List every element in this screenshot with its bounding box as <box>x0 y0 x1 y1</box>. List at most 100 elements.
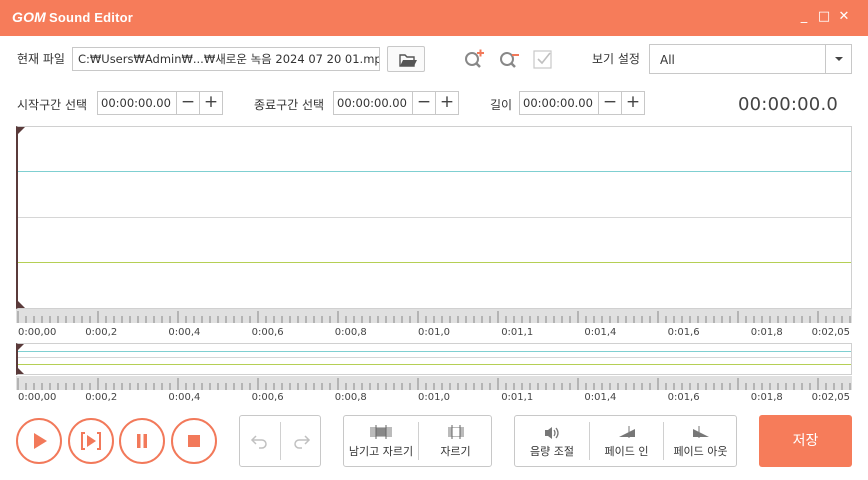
volume-label: 음량 조절 <box>530 445 574 458</box>
start-time-value[interactable]: 00:00:00.00 <box>98 92 176 114</box>
apply-button[interactable] <box>532 48 554 70</box>
timeline-ruler[interactable] <box>16 309 852 323</box>
overview-left-line <box>18 351 851 352</box>
timeline-label: 0:02,05 <box>811 392 850 403</box>
timeline-label: 0:01,4 <box>584 327 617 338</box>
right-channel-line <box>18 262 851 263</box>
view-select[interactable]: All <box>649 44 852 74</box>
zoom-out-button[interactable] <box>498 48 520 70</box>
open-folder-button[interactable] <box>387 46 425 72</box>
overview-right-line <box>18 364 851 365</box>
length-field[interactable]: 00:00:00.00 − + <box>519 91 645 115</box>
dropdown-arrow[interactable] <box>825 45 851 73</box>
checkmark-icon <box>533 50 552 69</box>
current-file-label: 현재 파일 <box>17 52 65 66</box>
play-button[interactable] <box>16 418 62 464</box>
timeline-label: 0:01,0 <box>418 327 450 338</box>
timeline-label: 0:01,1 <box>501 327 534 338</box>
length-value[interactable]: 00:00:00.00 <box>520 92 598 114</box>
timeline-label: 0:02,05 <box>811 327 850 338</box>
cut-label: 자르기 <box>440 445 471 458</box>
cut-button[interactable]: 자르기 <box>419 416 492 466</box>
range-row: 시작구간 선택 00:00:00.00 − + 종료구간 선택 00:00:00… <box>0 88 868 118</box>
timeline-label: 0:01,4 <box>584 392 617 403</box>
cut-group: 남기고 자르기 자르기 <box>343 415 492 467</box>
overview-start-marker <box>18 344 24 350</box>
zoom-in-icon <box>465 49 484 68</box>
file-path-field[interactable]: C:₩Users₩Admin₩...₩새로운 녹음 2024 07 20 01.… <box>72 47 380 71</box>
start-minus-button[interactable]: − <box>176 92 199 114</box>
timeline-label: 0:00,00 <box>18 327 57 338</box>
title-bar: GOM Sound Editor _ □ ✕ <box>0 0 868 36</box>
timeline-label: 0:00,6 <box>251 327 284 338</box>
chevron-down-icon <box>835 57 843 61</box>
stop-button[interactable] <box>171 418 217 464</box>
speaker-icon <box>545 427 559 439</box>
start-range-label: 시작구간 선택 <box>17 98 88 112</box>
overview-waveform[interactable] <box>16 343 852 375</box>
cut-icon <box>447 425 464 439</box>
undo-button[interactable] <box>240 416 280 466</box>
undo-icon <box>250 435 267 449</box>
timeline-label: 0:00,2 <box>85 392 118 403</box>
fade-out-icon <box>692 426 709 438</box>
fade-out-button[interactable]: 페이드 아웃 <box>664 416 737 466</box>
zoom-in-button[interactable] <box>463 48 485 70</box>
keep-cut-label: 남기고 자르기 <box>348 445 414 458</box>
timeline-label: 0:00,6 <box>251 392 284 403</box>
effects-group: 음량 조절 페이드 인 페이드 아웃 <box>514 415 737 467</box>
play-selection-icon <box>81 432 101 450</box>
fade-in-icon <box>618 426 635 438</box>
fade-in-button[interactable]: 페이드 인 <box>590 416 663 466</box>
keep-cut-button[interactable]: 남기고 자르기 <box>344 416 418 466</box>
left-channel-line <box>18 171 851 172</box>
view-select-value: All <box>660 53 675 67</box>
minimize-button[interactable]: _ <box>796 9 812 25</box>
play-selection-button[interactable] <box>68 418 114 464</box>
start-plus-button[interactable]: + <box>199 92 222 114</box>
file-row: 현재 파일 C:₩Users₩Admin₩...₩새로운 녹음 2024 07 … <box>0 42 868 76</box>
timeline-label: 0:00,8 <box>334 392 367 403</box>
folder-icon <box>399 54 417 67</box>
selection-end-marker[interactable] <box>18 301 25 308</box>
stop-icon <box>188 435 200 447</box>
length-minus-button[interactable]: − <box>598 92 621 114</box>
fade-in-label: 페이드 인 <box>604 445 649 458</box>
close-button[interactable]: ✕ <box>836 9 852 25</box>
end-minus-button[interactable]: − <box>412 92 435 114</box>
timeline-label: 0:01,8 <box>750 392 783 403</box>
fade-out-label: 페이드 아웃 <box>673 445 728 458</box>
play-icon <box>34 433 47 449</box>
timeline-label: 0:00,4 <box>168 392 201 403</box>
volume-button[interactable]: 음량 조절 <box>515 416 589 466</box>
pause-button[interactable] <box>119 418 165 464</box>
save-button[interactable]: 저장 <box>759 415 852 467</box>
app-title: Sound Editor <box>49 10 134 25</box>
zoom-out-icon <box>500 52 519 68</box>
redo-icon <box>294 435 311 449</box>
redo-button[interactable] <box>281 416 321 466</box>
ruler-ticks <box>17 311 851 323</box>
timeline-label: 0:01,6 <box>667 327 700 338</box>
length-plus-button[interactable]: + <box>621 92 644 114</box>
end-time-value[interactable]: 00:00:00.00 <box>334 92 412 114</box>
waveform-view[interactable] <box>16 126 852 309</box>
current-time-display: 00:00:00.0 <box>738 94 839 115</box>
timeline-label: 0:01,8 <box>750 327 783 338</box>
overview-end-marker <box>18 368 24 374</box>
timeline-label: 0:00,00 <box>18 392 57 403</box>
end-time-field[interactable]: 00:00:00.00 − + <box>333 91 459 115</box>
end-plus-button[interactable]: + <box>435 92 458 114</box>
channel-divider <box>18 217 851 218</box>
timeline-label: 0:00,8 <box>334 327 367 338</box>
app-logo: GOM Sound Editor <box>12 9 133 25</box>
overview-ruler-ticks <box>17 378 851 390</box>
history-group <box>239 415 321 467</box>
start-time-field[interactable]: 00:00:00.00 − + <box>97 91 223 115</box>
timeline-label: 0:00,4 <box>168 327 201 338</box>
timeline-label: 0:00,2 <box>85 327 118 338</box>
overview-ruler[interactable] <box>16 376 852 390</box>
brand-text: GOM <box>12 9 47 25</box>
maximize-button[interactable]: □ <box>816 9 832 25</box>
selection-start-marker[interactable] <box>18 127 25 134</box>
